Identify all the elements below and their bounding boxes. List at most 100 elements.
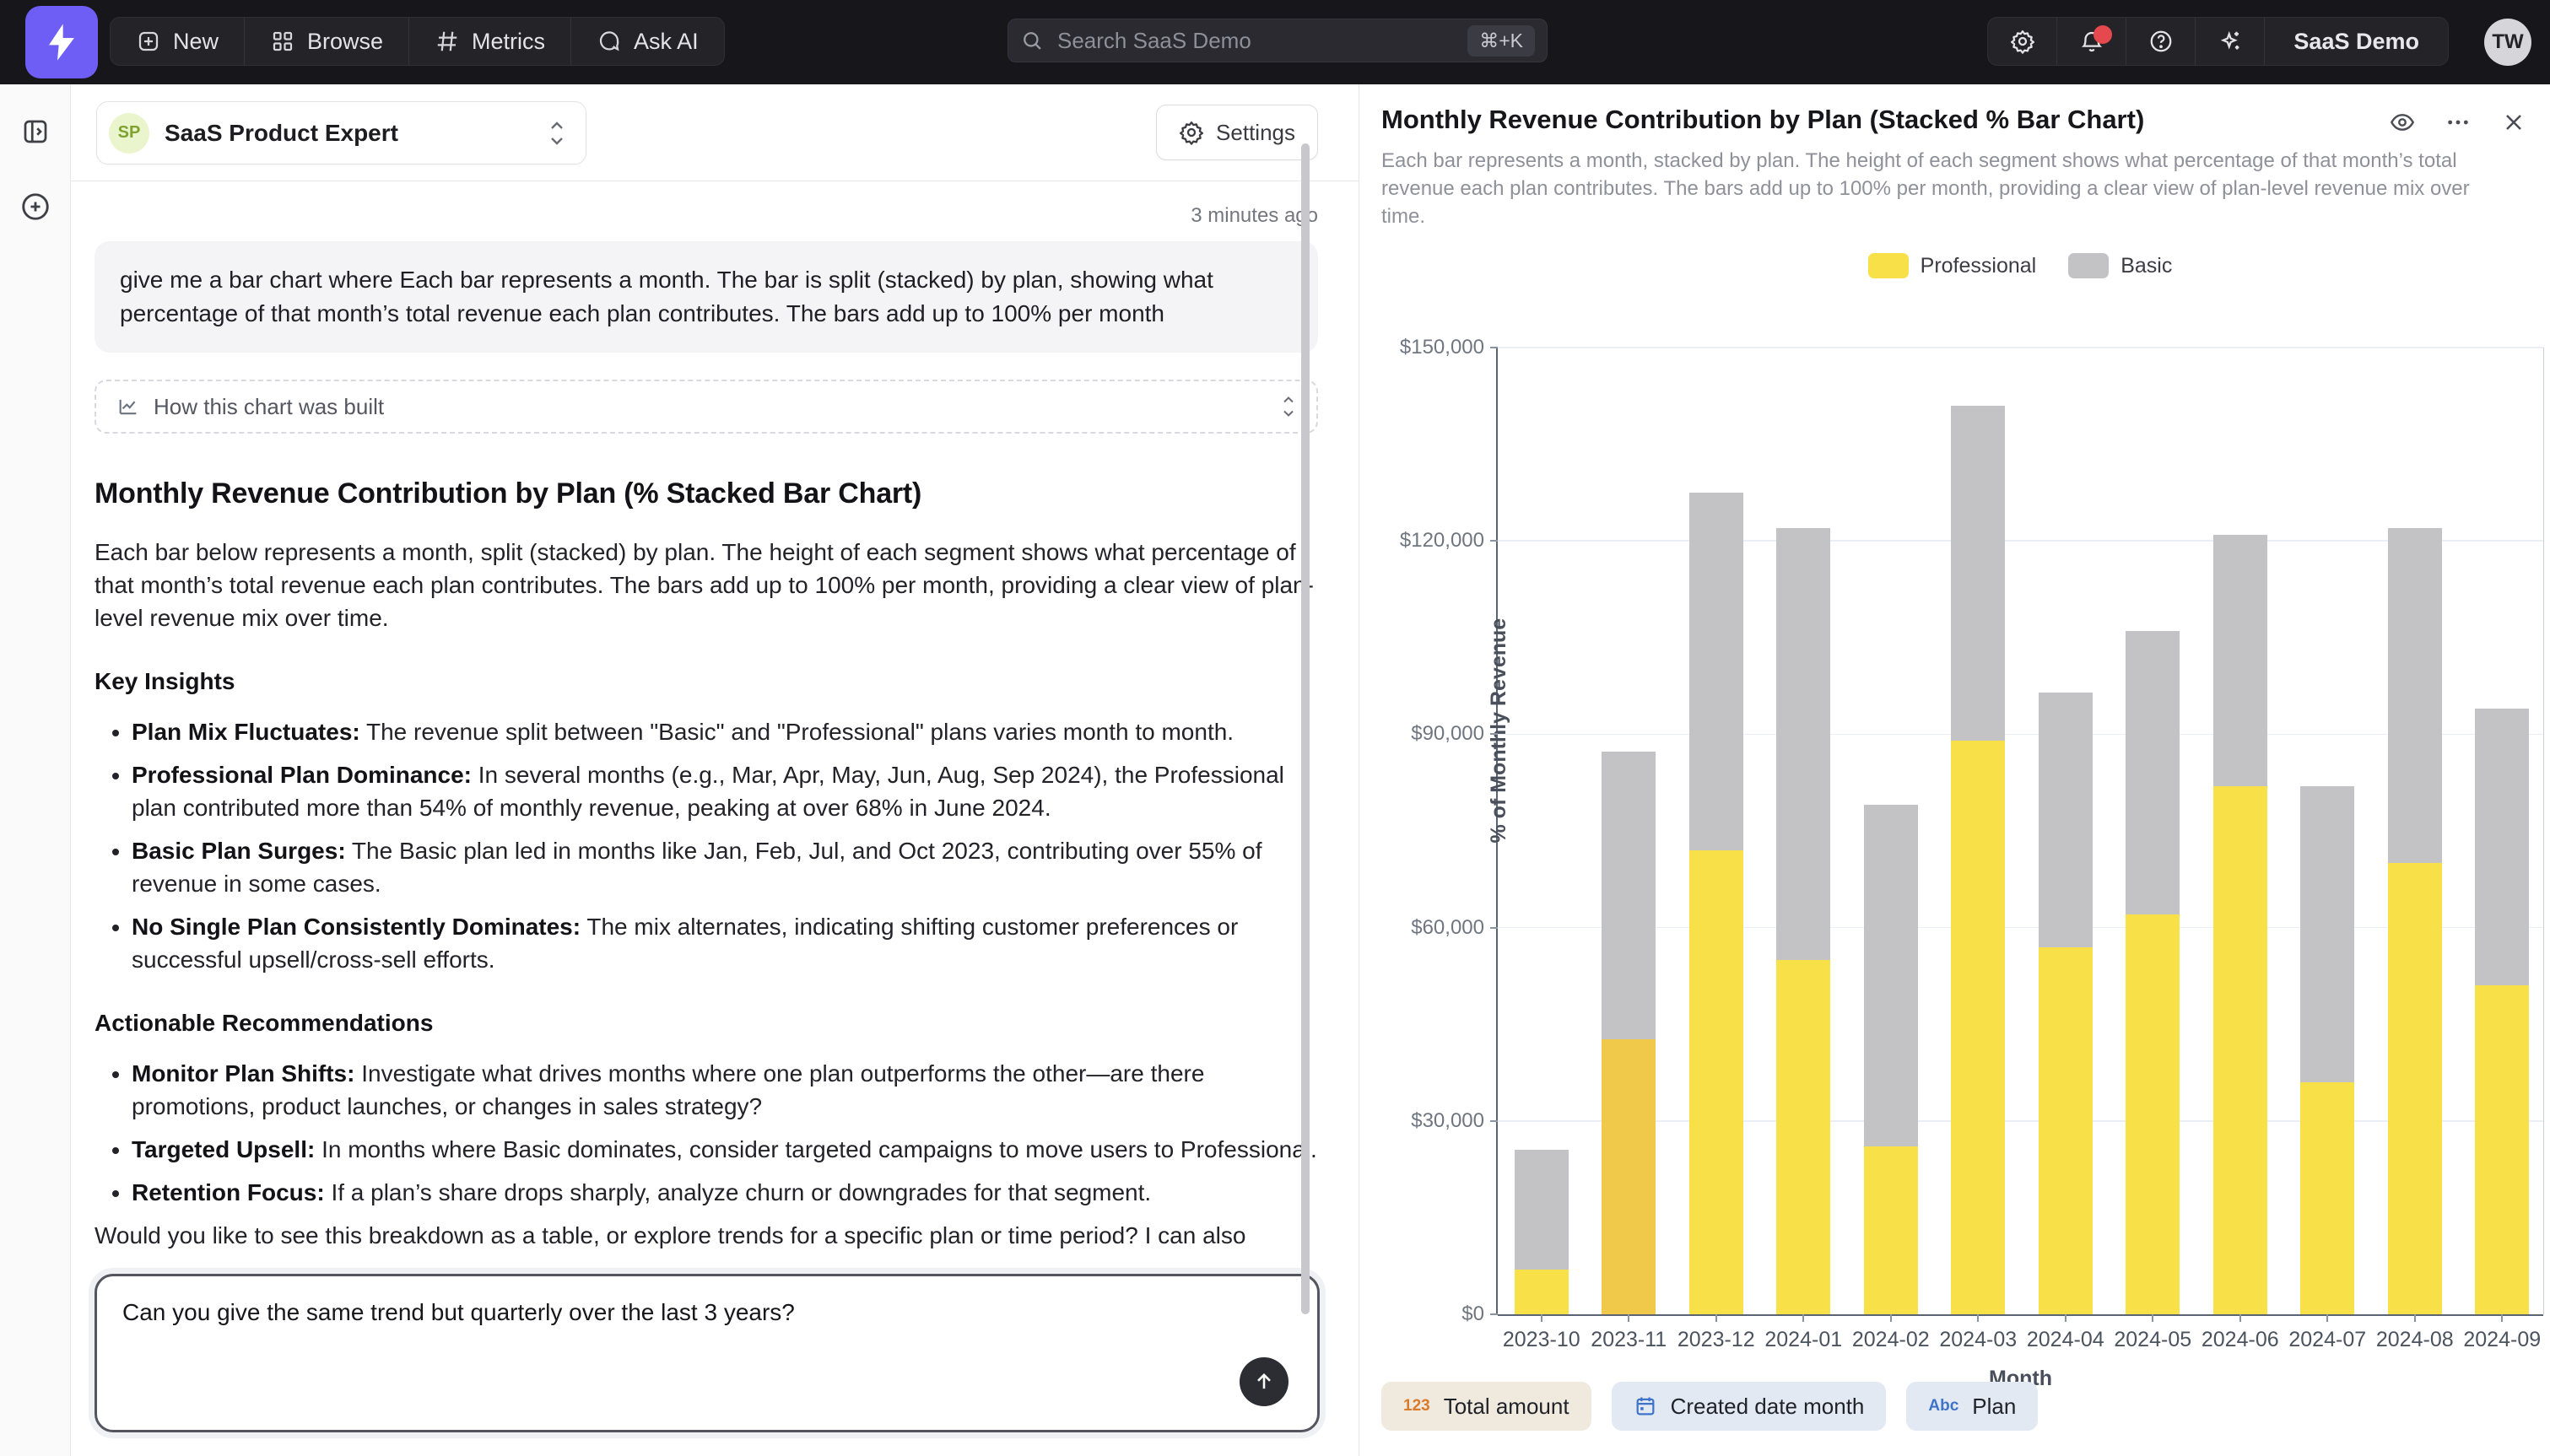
field-tags: 123 Total amount Created date month Abc … <box>1381 1382 2038 1431</box>
bar-segment-professional[interactable] <box>1689 850 1743 1314</box>
bar-2024-09[interactable] <box>2475 348 2529 1314</box>
ai-sparkles-button[interactable] <box>2196 18 2265 65</box>
bar-segment-basic[interactable] <box>1776 528 1830 960</box>
bar-2023-12[interactable] <box>1689 348 1743 1314</box>
plus-circle-icon <box>19 191 51 223</box>
bar-2024-08[interactable] <box>2388 348 2442 1314</box>
bar-segment-professional[interactable] <box>2300 1082 2354 1314</box>
bar-segment-basic[interactable] <box>2475 709 2529 986</box>
tag-created-date-month[interactable]: Created date month <box>1612 1382 1887 1431</box>
x-axis-line <box>1498 1314 2543 1316</box>
x-tick-mark <box>1890 1314 1892 1322</box>
browse-button[interactable]: Browse <box>245 18 409 65</box>
bar-2024-06[interactable] <box>2213 348 2267 1314</box>
x-tick-mark <box>2414 1314 2416 1322</box>
notifications-button[interactable] <box>2057 18 2126 65</box>
bar-segment-basic[interactable] <box>2213 535 2267 786</box>
bar-2023-11[interactable] <box>1602 348 1656 1314</box>
bar-2024-05[interactable] <box>2126 348 2180 1314</box>
bar-2024-02[interactable] <box>1864 348 1918 1314</box>
x-tick-label: 2024-07 <box>2288 1328 2366 1352</box>
how-chart-built-expander[interactable]: How this chart was built <box>95 380 1318 434</box>
bar-segment-professional[interactable] <box>1864 1146 1918 1314</box>
app-logo[interactable] <box>25 6 98 78</box>
x-tick-label: 2024-06 <box>2202 1328 2279 1352</box>
chat-scrollbar[interactable] <box>1301 143 1310 1314</box>
bar-2024-03[interactable] <box>1951 348 2005 1314</box>
user-avatar[interactable]: TW <box>2484 19 2531 66</box>
bar-segment-professional[interactable] <box>1515 1270 1569 1314</box>
chat-input-value[interactable]: Can you give the same trend but quarterl… <box>122 1297 1216 1329</box>
bar-segment-basic[interactable] <box>2388 528 2442 863</box>
bar-2023-10[interactable] <box>1515 348 1569 1314</box>
bar-segment-basic[interactable] <box>1602 752 1656 1039</box>
y-tick-mark <box>1490 540 1498 542</box>
search-icon <box>1020 29 1044 52</box>
bar-2024-04[interactable] <box>2039 348 2093 1314</box>
bar-segment-professional[interactable] <box>2126 914 2180 1314</box>
chat-settings-button[interactable]: Settings <box>1156 105 1318 160</box>
bar-segment-basic[interactable] <box>1951 406 2005 741</box>
tag-total-amount[interactable]: 123 Total amount <box>1381 1382 1591 1431</box>
y-tick-mark <box>1490 1120 1498 1122</box>
search-placeholder: Search SaaS Demo <box>1057 28 1467 54</box>
preview-eye-button[interactable] <box>2386 106 2418 138</box>
bar-2024-07[interactable] <box>2300 348 2354 1314</box>
close-panel-button[interactable] <box>2498 106 2530 138</box>
bar-2024-01[interactable] <box>1776 348 1830 1314</box>
bar-segment-professional[interactable] <box>2213 786 2267 1314</box>
ask-ai-button[interactable]: Ask AI <box>571 18 724 65</box>
agent-selector[interactable]: SP SaaS Product Expert <box>96 101 586 164</box>
bar-segment-professional[interactable] <box>2039 947 2093 1314</box>
toggle-sidebar-button[interactable] <box>20 116 51 147</box>
x-tick-label: 2024-03 <box>1939 1328 2017 1352</box>
hash-icon <box>435 29 460 54</box>
tag-plan[interactable]: Abc Plan <box>1906 1382 2038 1431</box>
grid-icon <box>270 29 295 54</box>
arrow-up-icon <box>1252 1370 1276 1394</box>
settings-gear-button[interactable] <box>1988 18 2057 65</box>
org-label: SaaS Demo <box>2293 29 2419 55</box>
new-button[interactable]: New <box>111 18 245 65</box>
ask-ai-button-label: Ask AI <box>634 29 699 55</box>
chat-input[interactable]: Can you give the same trend but quarterl… <box>95 1274 1320 1432</box>
bar-segment-basic[interactable] <box>1515 1150 1569 1269</box>
tag-label: Total amount <box>1444 1394 1569 1420</box>
bar-segment-basic[interactable] <box>1864 805 1918 1146</box>
chat-sparkle-icon <box>597 29 622 54</box>
legend-item-basic[interactable]: Basic <box>2068 253 2172 278</box>
help-button[interactable] <box>2126 18 2196 65</box>
org-switcher[interactable]: SaaS Demo <box>2265 18 2448 65</box>
bar-segment-basic[interactable] <box>2300 786 2354 1082</box>
send-button[interactable] <box>1240 1357 1289 1406</box>
metrics-button[interactable]: Metrics <box>409 18 571 65</box>
agent-avatar: SP <box>109 113 149 154</box>
search-shortcut-badge: ⌘+K <box>1467 25 1535 57</box>
global-search-input[interactable]: Search SaaS Demo ⌘+K <box>1008 19 1548 62</box>
legend-item-professional[interactable]: Professional <box>1868 253 2037 278</box>
bar-segment-basic[interactable] <box>1689 493 1743 850</box>
bar-segment-professional[interactable] <box>1776 960 1830 1314</box>
recommendations-list: Monitor Plan Shifts: Investigate what dr… <box>95 1057 1318 1209</box>
new-button-label: New <box>173 29 219 55</box>
legend-swatch <box>1868 253 1909 278</box>
legend-label: Basic <box>2120 254 2172 278</box>
bar-segment-basic[interactable] <box>2126 631 2180 914</box>
chat-header: SP SaaS Product Expert Settings <box>71 84 1359 181</box>
more-options-button[interactable] <box>2442 106 2474 138</box>
x-tick-label: 2024-01 <box>1764 1328 1842 1352</box>
bar-segment-professional[interactable] <box>2388 863 2442 1314</box>
chart-legend: Professional Basic <box>1496 253 2544 278</box>
bar-segment-professional[interactable] <box>2475 985 2529 1314</box>
nav-utility-group: SaaS Demo <box>1987 17 2449 66</box>
bar-segment-basic[interactable] <box>2039 693 2093 947</box>
bar-segment-professional[interactable] <box>1602 1039 1656 1314</box>
list-item: Basic Plan Surges: The Basic plan led in… <box>132 834 1318 900</box>
gear-icon <box>2010 29 2035 54</box>
x-tick-mark <box>1541 1314 1542 1322</box>
bar-segment-professional[interactable] <box>1951 741 2005 1314</box>
x-tick-label: 2024-09 <box>2463 1328 2541 1352</box>
message-list: 3 minutes ago give me a bar chart where … <box>95 182 1318 1259</box>
eye-icon <box>2389 109 2416 136</box>
new-thread-button[interactable] <box>19 191 51 223</box>
